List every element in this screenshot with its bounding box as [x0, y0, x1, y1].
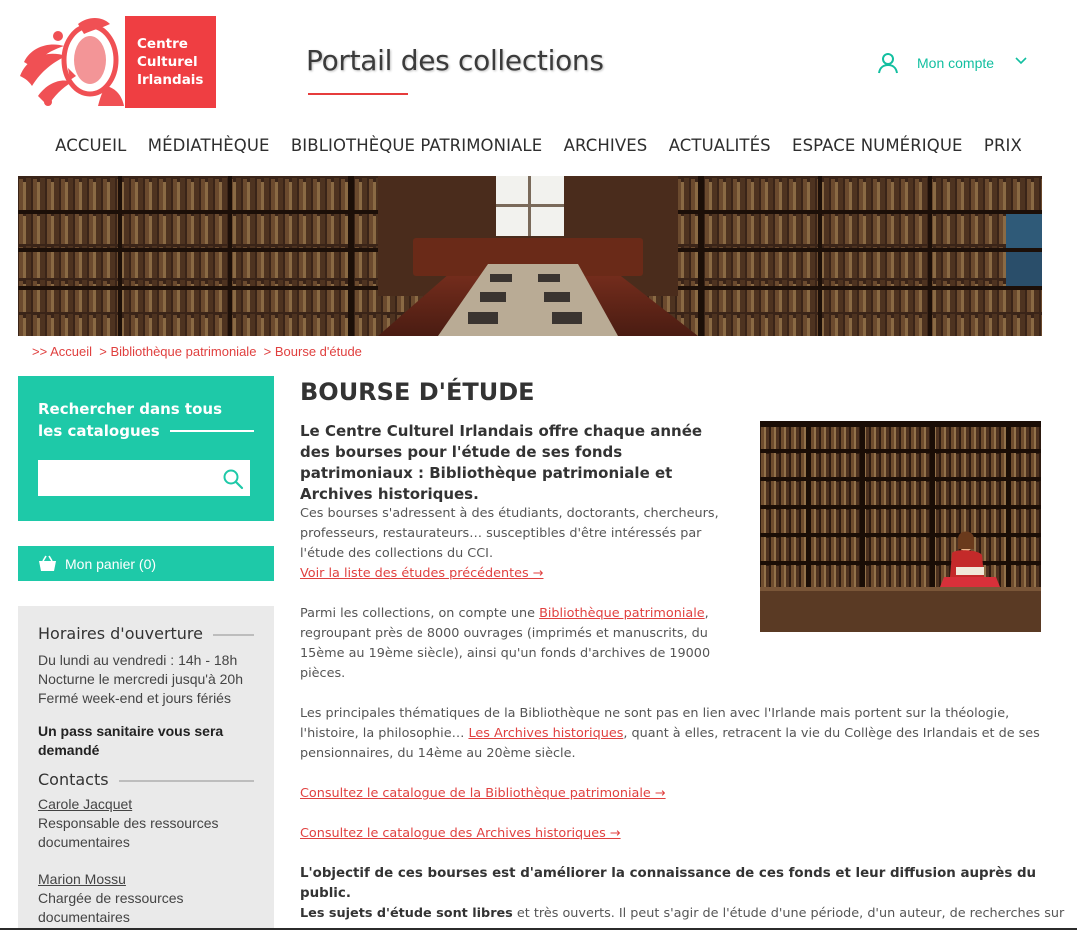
hours-line: Nocturne le mercredi jusqu'à 20h [38, 671, 244, 687]
user-icon [878, 53, 898, 74]
contact-name-link[interactable]: Carole Jacquet [38, 796, 132, 812]
catalogue-biblio-paragraph: Consultez le catalogue de la Bibliothèqu… [300, 784, 666, 804]
hours-line: Du lundi au vendredi : 14h - 18h [38, 652, 238, 668]
contact-item: Carole Jacquet Responsable des ressource… [38, 795, 254, 852]
catalogue-search-panel: Rechercher dans tous les catalogues [18, 376, 274, 521]
contacts-title: Contacts [38, 770, 109, 789]
archives-historiques-link[interactable]: Les Archives historiques [468, 726, 623, 741]
main-nav: ACCUEIL MÉDIATHÈQUE BIBLIOTHÈQUE PATRIMO… [0, 136, 1077, 155]
heading-rule [118, 779, 254, 782]
intro-text: Ces bourses s'adressent à des étudiants,… [300, 506, 719, 561]
reader-photo [760, 421, 1041, 632]
hours-title: Horaires d'ouverture [38, 624, 203, 643]
contact-item: Marion Mossu Chargée de ressources docum… [38, 870, 254, 927]
hours-heading: Horaires d'ouverture [38, 624, 254, 643]
search-panel-title: Rechercher dans tous les catalogues [38, 398, 254, 442]
chevron-down-icon [1015, 57, 1027, 65]
search-title-rule [170, 430, 254, 432]
portal-title: Portail des collections [306, 44, 604, 77]
contact-role: Responsable des ressources documentaires [38, 815, 219, 850]
objective-paragraph: L'objectif de ces bourses est d'améliore… [300, 866, 1037, 901]
contact-role: Chargée de ressources documentaires [38, 890, 184, 925]
breadcrumb: >> Accueil > Bibliothèque patrimoniale >… [32, 344, 362, 359]
reader-photo-illustration [760, 421, 1041, 632]
basket-button[interactable]: Mon panier (0) [18, 546, 274, 581]
title-underline [308, 93, 408, 95]
nav-item-actualites[interactable]: ACTUALITÉS [669, 136, 771, 155]
catalogue-bibliotheque-link[interactable]: Consultez le catalogue de la Bibliothèqu… [300, 786, 666, 801]
hours-contacts-panel: Horaires d'ouverture Du lundi au vendred… [18, 606, 274, 930]
page-title: BOURSE D'ÉTUDE [300, 378, 535, 406]
logo-line: Culturel [137, 54, 198, 70]
logo-line: Centre [137, 36, 188, 52]
collections-paragraph: Parmi les collections, on compte une Bib… [300, 604, 720, 684]
nav-item-prix[interactable]: PRIX [984, 136, 1022, 155]
site-logo[interactable]: Centre Culturel Irlandais [18, 16, 216, 108]
pass-sanitaire-notice: Un pass sanitaire vous sera demandé [38, 723, 224, 758]
nav-item-espace-numerique[interactable]: ESPACE NUMÉRIQUE [792, 136, 962, 155]
lead-paragraph: Le Centre Culturel Irlandais offre chaqu… [300, 422, 703, 503]
themes-paragraph: Les principales thématiques de la Biblio… [300, 704, 1050, 764]
library-banner-illustration [18, 176, 1042, 336]
logo-text-box: Centre Culturel Irlandais [125, 16, 216, 108]
search-field [38, 460, 250, 496]
basket-label: Mon panier (0) [65, 555, 157, 572]
hours-lines: Du lundi au vendredi : 14h - 18h Nocturn… [38, 651, 254, 708]
breadcrumb-bibliotheque[interactable]: > Bibliothèque patrimoniale [99, 344, 256, 359]
nav-item-accueil[interactable]: ACCUEIL [55, 136, 126, 155]
search-icon[interactable] [222, 468, 244, 490]
nav-item-archives[interactable]: ARCHIVES [564, 136, 648, 155]
catalogue-archives-link[interactable]: Consultez le catalogue des Archives hist… [300, 826, 621, 841]
intro-paragraph: Ces bourses s'adressent à des étudiants,… [300, 504, 720, 584]
search-input[interactable] [38, 460, 218, 496]
account-label: Mon compte [917, 55, 995, 71]
collections-text-before: Parmi les collections, on compte une [300, 606, 540, 621]
account-menu[interactable]: Mon compte [877, 50, 1028, 76]
basket-icon [39, 555, 56, 571]
contact-name-link[interactable]: Marion Mossu [38, 871, 126, 887]
breadcrumb-prefix: >> [32, 344, 51, 359]
subjects-text: et très ouverts. Il peut s'agir de l'étu… [512, 906, 1065, 921]
search-title-line: Rechercher dans tous [38, 400, 222, 418]
library-banner-image [18, 176, 1042, 336]
subjects-paragraph: Les sujets d'étude sont libres et très o… [300, 904, 1064, 924]
heading-rule [213, 633, 254, 636]
bibliotheque-patrimoniale-link[interactable]: Bibliothèque patrimoniale [539, 606, 705, 621]
previous-studies-link[interactable]: Voir la liste des études précédentes → [300, 566, 543, 581]
nav-item-mediatheque[interactable]: MÉDIATHÈQUE [148, 136, 270, 155]
contacts-heading: Contacts [38, 770, 254, 789]
crest-logo-icon [20, 18, 124, 106]
nav-item-bibliotheque-patrimoniale[interactable]: BIBLIOTHÈQUE PATRIMONIALE [291, 136, 542, 155]
breadcrumb-current[interactable]: > Bourse d'étude [264, 344, 362, 359]
breadcrumb-accueil[interactable]: Accueil [50, 344, 92, 359]
subjects-bold: Les sujets d'étude sont libres [300, 906, 513, 921]
catalogue-archives-paragraph: Consultez le catalogue des Archives hist… [300, 824, 621, 844]
logo-line: Irlandais [137, 72, 204, 88]
hours-line: Fermé week-end et jours fériés [38, 690, 231, 706]
